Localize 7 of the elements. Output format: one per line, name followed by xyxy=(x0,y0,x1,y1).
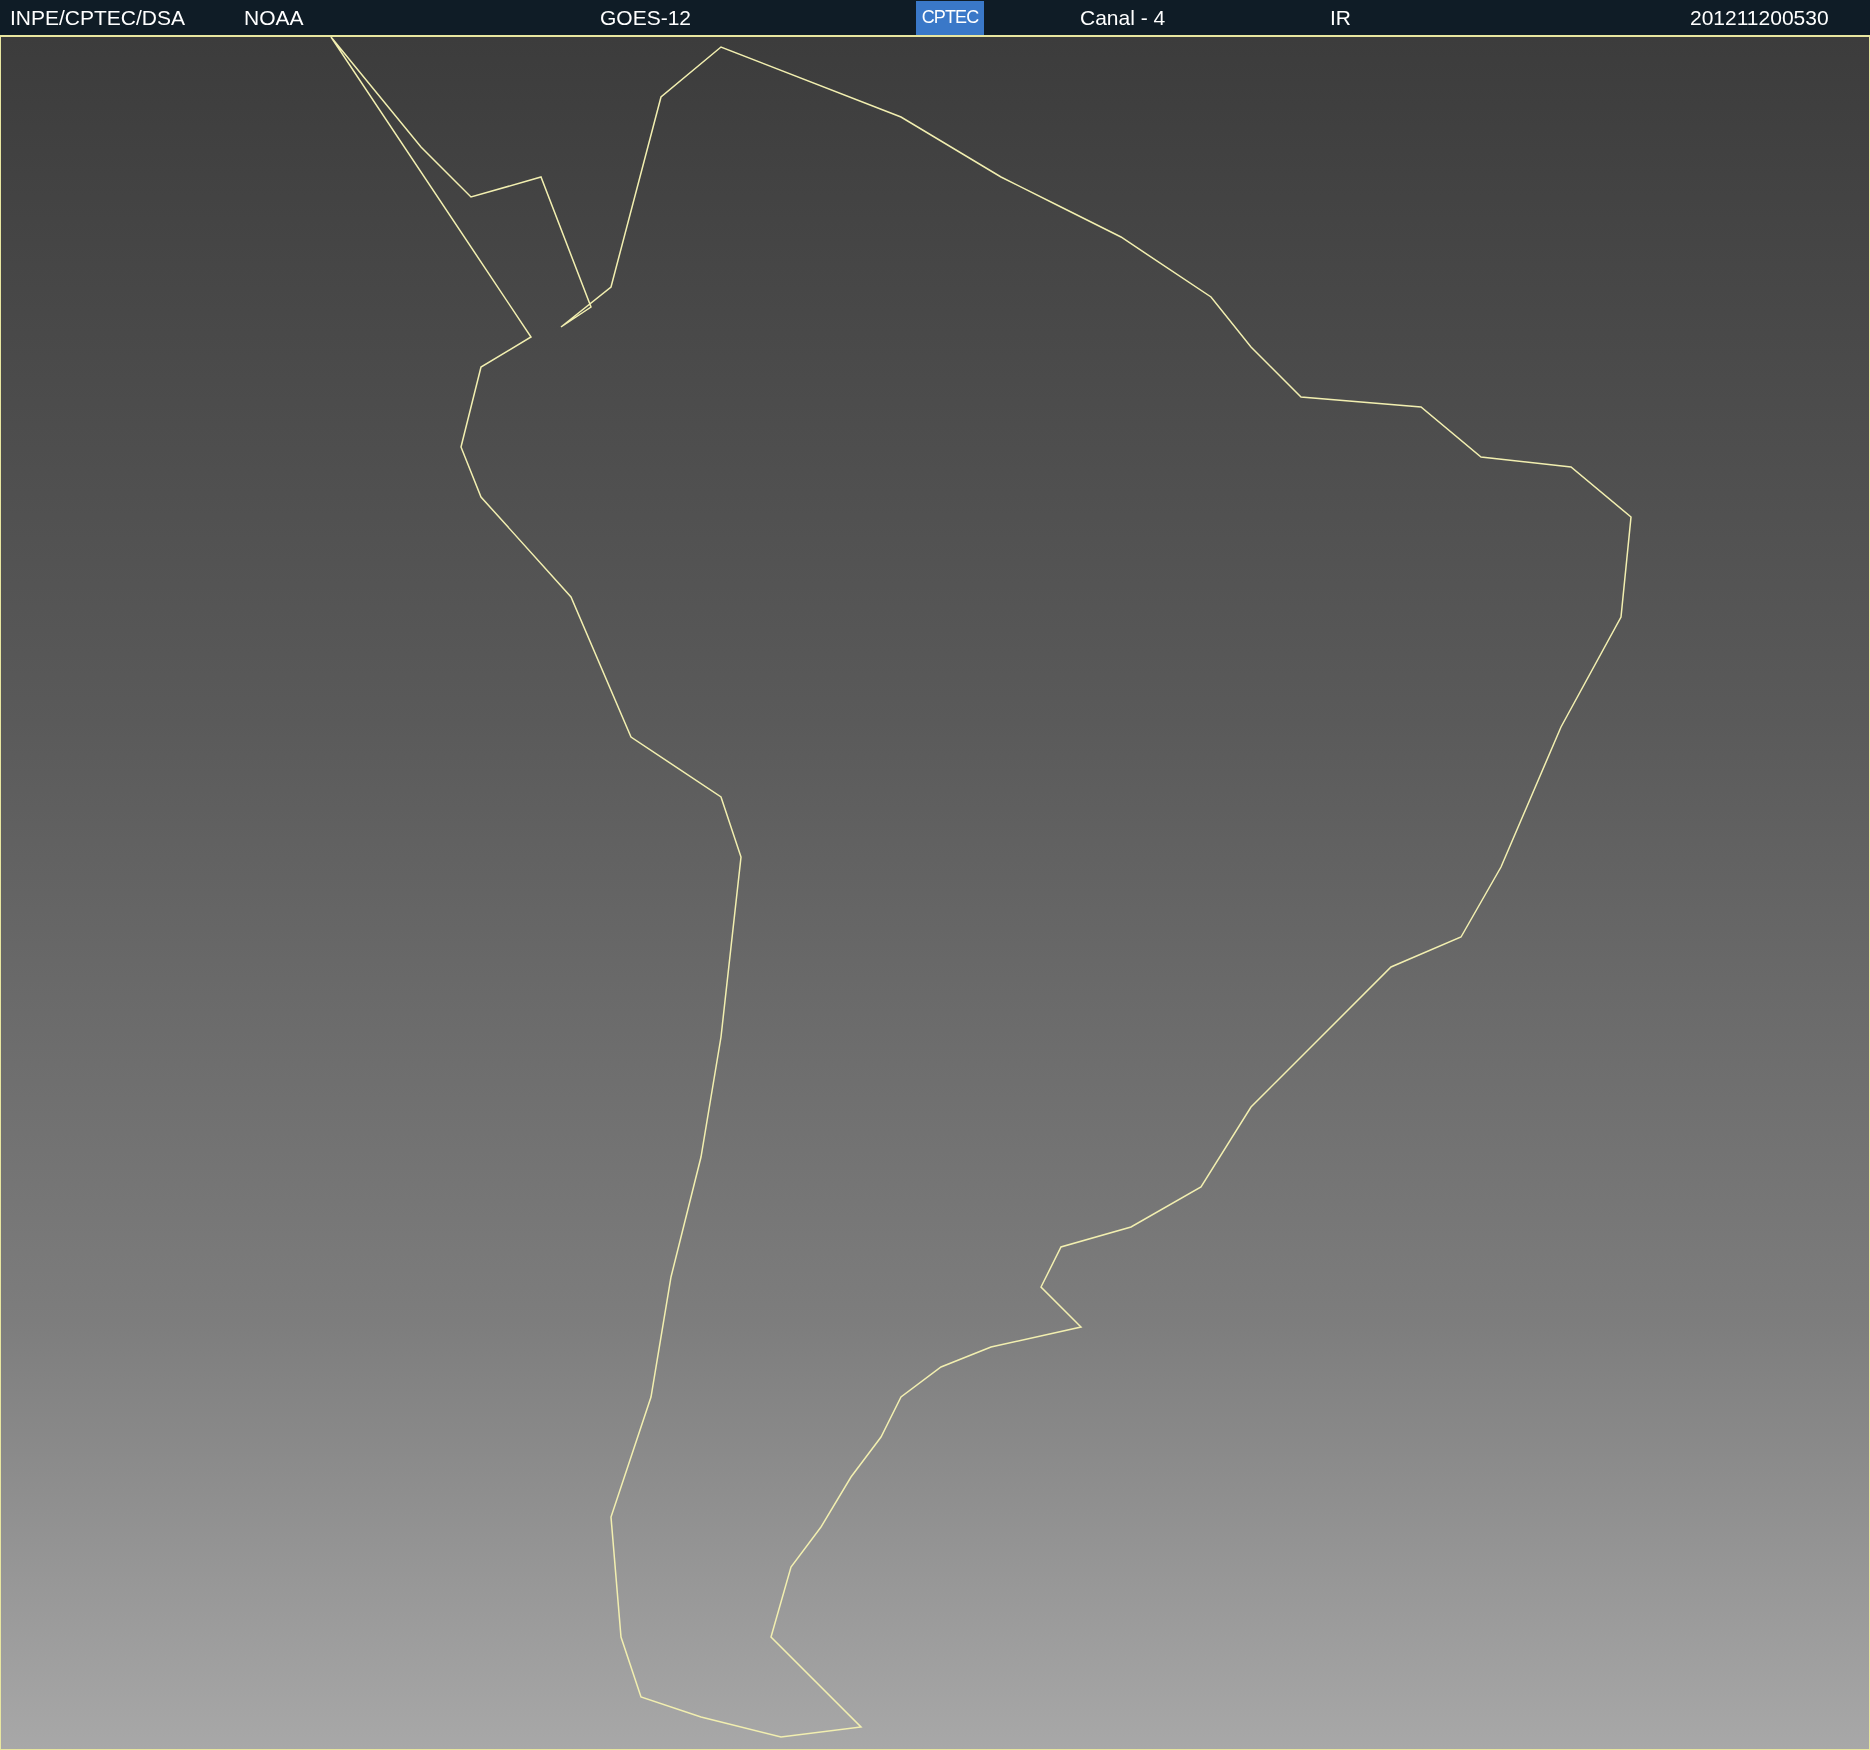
source-label: INPE/CPTEC/DSA xyxy=(10,5,186,29)
logo: CPTEC xyxy=(916,0,984,35)
channel-label: Canal - 4 xyxy=(1080,5,1166,29)
timestamp-label: 201211200530 xyxy=(1690,5,1829,29)
band-label: IR xyxy=(1330,5,1351,29)
agency-label: NOAA xyxy=(244,5,304,29)
satellite-label: GOES-12 xyxy=(600,5,692,29)
